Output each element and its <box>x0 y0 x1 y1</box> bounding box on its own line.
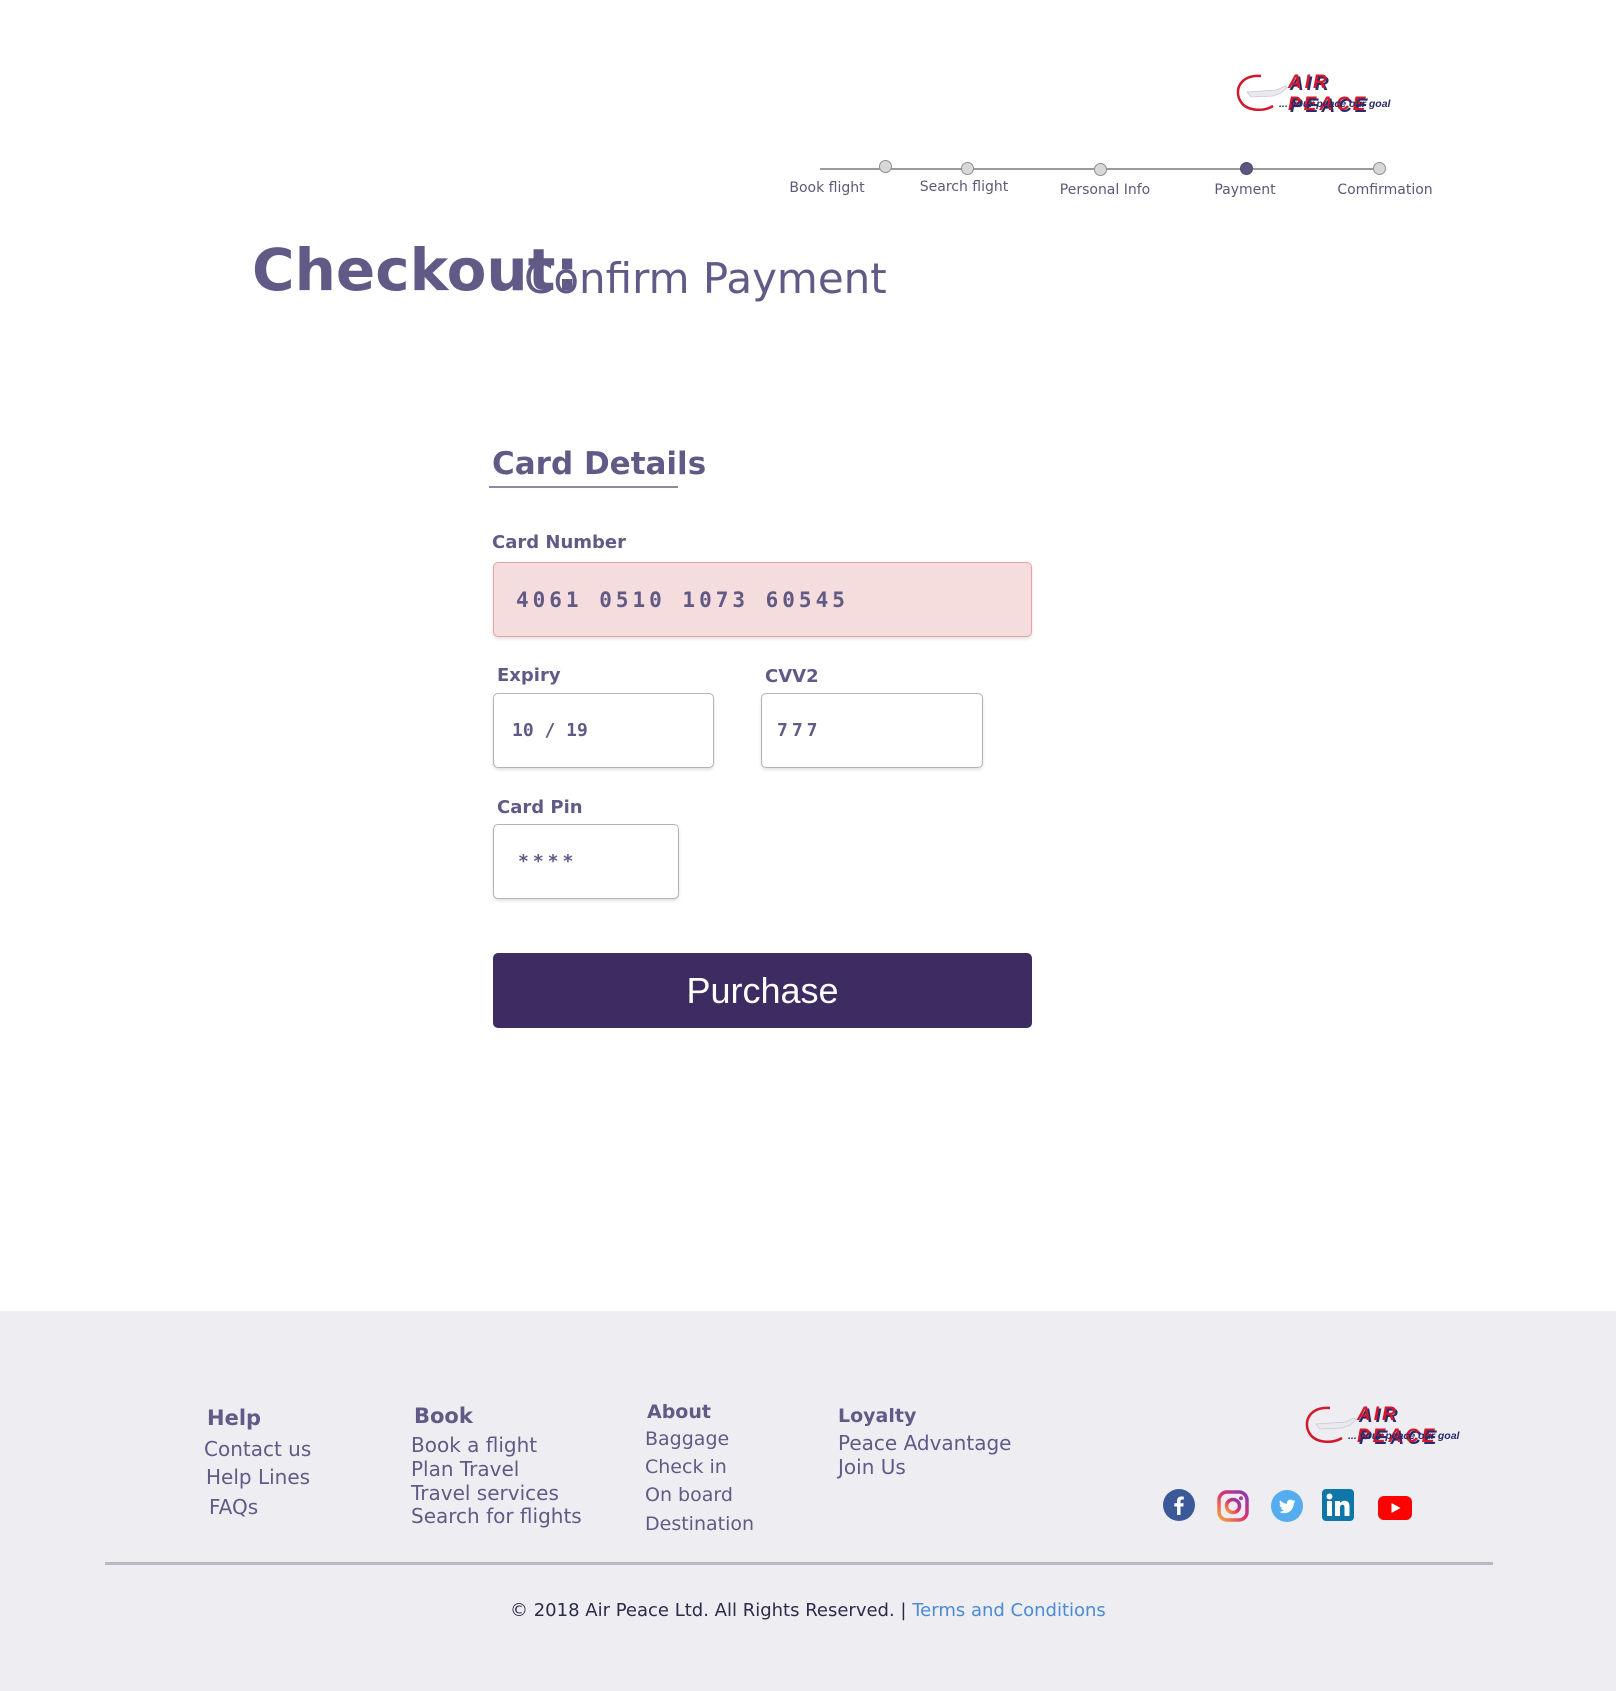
step-dot-confirmation <box>1373 162 1386 175</box>
footer-logo-tagline: ... your peace our goal <box>1348 1430 1460 1442</box>
footer-link-search-for-flights[interactable]: Search for flights <box>411 1504 582 1528</box>
footer-help-heading: Help <box>207 1406 262 1430</box>
expiry-label: Expiry <box>497 665 561 686</box>
step-label-payment[interactable]: Payment <box>1214 182 1275 198</box>
cvv2-input[interactable]: 777 <box>761 693 983 768</box>
footer-link-baggage[interactable]: Baggage <box>645 1428 729 1450</box>
footer-link-plan-travel[interactable]: Plan Travel <box>411 1457 519 1481</box>
card-number-value: 4061 0510 1073 60545 <box>516 587 849 612</box>
page-subtitle: Confirm Payment <box>524 254 887 303</box>
card-pin-value: **** <box>518 851 578 872</box>
footer-link-peace-advantage[interactable]: Peace Advantage <box>838 1431 1011 1455</box>
terms-link[interactable]: Terms and Conditions <box>912 1600 1106 1621</box>
cvv2-label: CVV2 <box>765 666 819 687</box>
logo-tagline: ... your peace our goal <box>1279 98 1391 110</box>
footer-link-help-lines[interactable]: Help Lines <box>206 1465 310 1489</box>
step-dot-personal-info <box>1094 163 1107 176</box>
footer-divider <box>105 1562 1493 1565</box>
footer-loyalty-heading: Loyalty <box>838 1405 917 1427</box>
footer-link-destination[interactable]: Destination <box>645 1513 754 1535</box>
cvv2-value: 777 <box>777 720 822 741</box>
step-dot-book-flight <box>879 160 892 173</box>
facebook-icon[interactable] <box>1163 1489 1195 1521</box>
step-dot-payment <box>1240 162 1253 175</box>
footer-link-book-a-flight[interactable]: Book a flight <box>411 1433 537 1457</box>
card-details-underline <box>489 486 678 488</box>
card-number-input[interactable]: 4061 0510 1073 60545 <box>493 562 1032 637</box>
linkedin-icon[interactable] <box>1322 1489 1354 1521</box>
footer-book-heading: Book <box>414 1404 473 1428</box>
footer-link-faqs[interactable]: FAQs <box>209 1495 258 1519</box>
footer-link-on-board[interactable]: On board <box>645 1484 733 1506</box>
step-label-book-flight[interactable]: Book flight <box>789 180 864 196</box>
card-pin-label: Card Pin <box>497 797 583 818</box>
purchase-button[interactable]: Purchase <box>493 953 1032 1028</box>
footer-link-check-in[interactable]: Check in <box>645 1456 727 1478</box>
footer-about-heading: About <box>647 1401 711 1423</box>
step-label-search-flight[interactable]: Search flight <box>920 179 1009 195</box>
copyright-text: © 2018 Air Peace Ltd. All Rights Reserve… <box>510 1600 907 1621</box>
instagram-icon[interactable] <box>1217 1490 1249 1522</box>
copyright-line: © 2018 Air Peace Ltd. All Rights Reserve… <box>510 1600 1106 1621</box>
step-label-personal-info[interactable]: Personal Info <box>1060 182 1150 198</box>
card-pin-input[interactable]: **** <box>493 824 679 899</box>
footer-link-travel-services[interactable]: Travel services <box>411 1481 559 1505</box>
step-label-confirmation[interactable]: Comfirmation <box>1337 182 1432 198</box>
card-number-label: Card Number <box>492 532 626 553</box>
twitter-icon[interactable] <box>1271 1490 1303 1522</box>
footer-link-join-us[interactable]: Join Us <box>838 1455 906 1479</box>
expiry-value: 10 / 19 <box>512 720 588 741</box>
step-dot-search-flight <box>961 162 974 175</box>
header-logo[interactable]: AIR PEACE ... your peace our goal <box>1233 72 1403 118</box>
youtube-icon[interactable] <box>1378 1496 1412 1520</box>
footer-link-contact-us[interactable]: Contact us <box>204 1437 311 1461</box>
plane-swoosh-icon <box>1236 74 1288 111</box>
footer-logo[interactable]: AIR PEACE ... your peace our goal <box>1302 1404 1472 1450</box>
card-details-heading: Card Details <box>492 446 707 482</box>
plane-swoosh-icon <box>1305 1406 1357 1443</box>
expiry-input[interactable]: 10 / 19 <box>493 693 714 768</box>
